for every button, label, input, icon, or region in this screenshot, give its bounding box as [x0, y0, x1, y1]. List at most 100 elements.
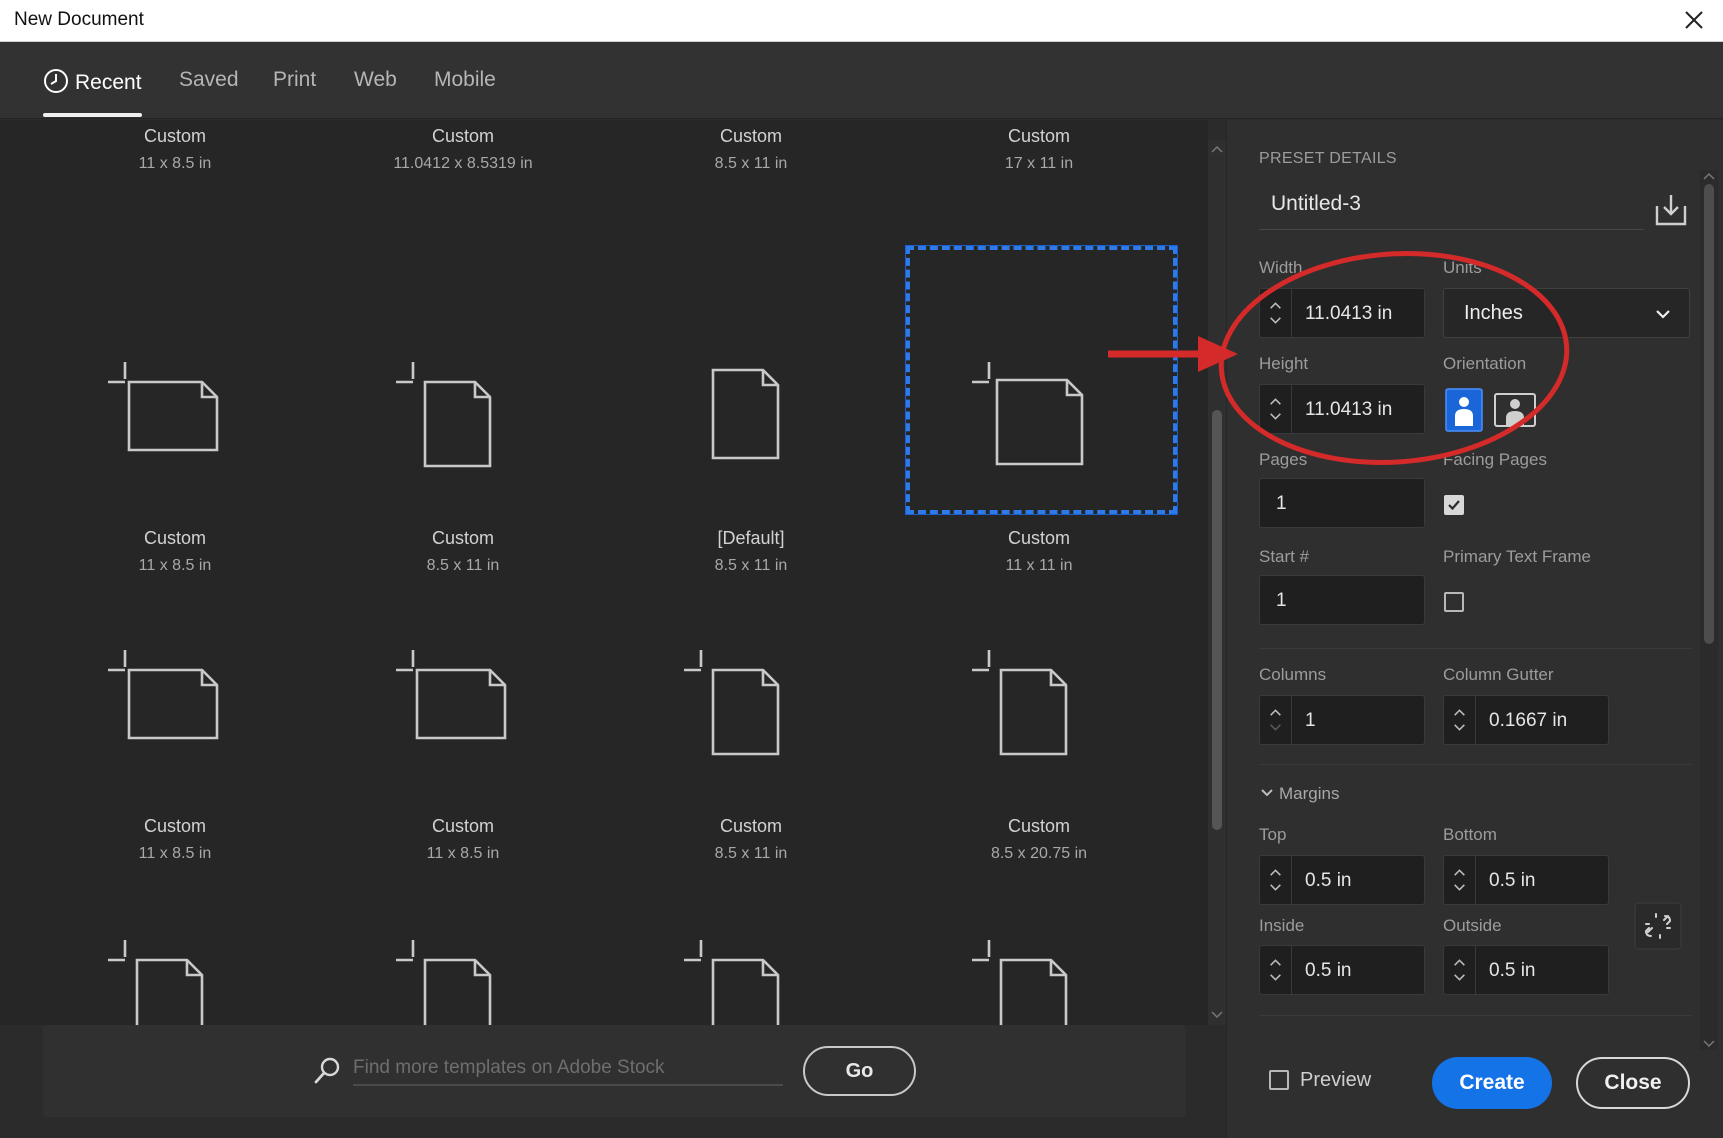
- scroll-down-icon[interactable]: [1700, 1036, 1718, 1050]
- stepper-arrows-icon[interactable]: [1444, 856, 1476, 904]
- panel-scrollbar[interactable]: [1700, 170, 1718, 1050]
- units-label: Units: [1443, 258, 1482, 277]
- primary-text-frame-checkbox[interactable]: [1444, 592, 1464, 612]
- preset-size: 17 x 11 in: [1004, 155, 1074, 172]
- preset-size: 8.5 x 11 in: [714, 845, 788, 862]
- preset-size: 8.5 x 11 in: [714, 155, 788, 172]
- inside-margin-value: 0.5 in: [1305, 960, 1352, 981]
- stepper-arrows-icon[interactable]: [1260, 289, 1292, 337]
- close-icon[interactable]: [1679, 5, 1709, 35]
- columns-value: 1: [1305, 710, 1316, 731]
- height-field[interactable]: 11.0413 in: [1259, 384, 1425, 434]
- bottom-margin-field[interactable]: 0.5 in: [1443, 855, 1609, 905]
- preset-name: Custom: [143, 528, 206, 548]
- checkmark-icon: [1448, 500, 1460, 511]
- preset-size: 11 x 8.5 in: [138, 557, 212, 574]
- start-number-field[interactable]: 1: [1259, 575, 1425, 625]
- scroll-up-icon[interactable]: [1700, 170, 1718, 184]
- facing-pages-label: Facing Pages: [1443, 450, 1547, 469]
- stepper-arrows-icon[interactable]: [1260, 696, 1292, 744]
- scroll-up-icon[interactable]: [1208, 142, 1226, 158]
- portrait-orientation-icon[interactable]: [1445, 388, 1483, 432]
- height-label: Height: [1259, 354, 1309, 373]
- inside-margin-label: Inside: [1259, 916, 1305, 935]
- document-preset-icon: [711, 368, 780, 460]
- stepper-arrows-icon[interactable]: [1260, 946, 1292, 994]
- divider: [1259, 764, 1691, 765]
- pages-label: Pages: [1259, 450, 1308, 469]
- stock-search-bar: Go: [43, 1025, 1186, 1117]
- preset-tabs: Recent Saved Print Web Mobile: [0, 42, 1723, 119]
- preset-name: Custom: [719, 126, 782, 146]
- tab-saved[interactable]: Saved: [179, 68, 239, 92]
- grid-scroll-thumb[interactable]: [1212, 410, 1222, 830]
- columns-field[interactable]: 1: [1259, 695, 1425, 745]
- unlink-margins-icon[interactable]: [1634, 902, 1682, 950]
- clock-icon: [44, 69, 68, 93]
- preview-checkbox[interactable]: [1269, 1070, 1289, 1090]
- chevron-down-icon: [1261, 789, 1273, 797]
- inside-margin-field[interactable]: 0.5 in: [1259, 945, 1425, 995]
- tab-mobile[interactable]: Mobile: [434, 68, 496, 92]
- width-field[interactable]: 11.0413 in: [1259, 288, 1425, 338]
- margins-toggle[interactable]: Margins: [1259, 784, 1339, 804]
- document-preset-icon: [108, 650, 219, 740]
- stepper-arrows-icon[interactable]: [1260, 385, 1292, 433]
- column-gutter-value: 0.1667 in: [1489, 710, 1568, 731]
- panel-scroll-thumb[interactable]: [1704, 184, 1714, 644]
- preset-size: 11 x 8.5 in: [138, 845, 212, 862]
- selected-preset-highlight: [905, 245, 1178, 515]
- divider: [1259, 648, 1691, 649]
- document-preset-icon: [396, 940, 492, 1025]
- pages-field[interactable]: 1: [1259, 478, 1425, 528]
- height-value: 11.0413 in: [1305, 399, 1393, 420]
- close-button[interactable]: Close: [1576, 1057, 1690, 1109]
- top-margin-value: 0.5 in: [1305, 870, 1352, 891]
- facing-pages-checkbox[interactable]: [1444, 495, 1464, 515]
- start-number-label: Start #: [1259, 547, 1310, 566]
- preset-name: [Default]: [717, 528, 785, 548]
- column-gutter-field[interactable]: 0.1667 in: [1443, 695, 1609, 745]
- landscape-orientation-icon[interactable]: [1493, 388, 1537, 432]
- document-preset-icon: [396, 362, 492, 468]
- preset-name: Custom: [719, 816, 782, 836]
- units-dropdown[interactable]: Inches: [1443, 288, 1690, 338]
- bottom-margin-label: Bottom: [1443, 825, 1497, 844]
- columns-label: Columns: [1259, 665, 1327, 684]
- margins-label: Margins: [1279, 784, 1340, 803]
- grid-scrollbar[interactable]: [1208, 140, 1226, 1025]
- search-icon: [314, 1057, 340, 1084]
- document-preset-icon: [108, 940, 204, 1025]
- preset-size: 11.0412 x 8.5319 in: [393, 155, 533, 172]
- document-preset-icon: [108, 362, 219, 452]
- start-number-value: 1: [1276, 590, 1287, 611]
- outside-margin-field[interactable]: 0.5 in: [1443, 945, 1609, 995]
- width-value: 11.0413 in: [1305, 303, 1393, 324]
- preset-name: Custom: [431, 816, 494, 836]
- document-preset-icon: [396, 650, 507, 740]
- document-preset-icon: [684, 650, 780, 756]
- go-button[interactable]: Go: [803, 1046, 916, 1096]
- top-margin-field[interactable]: 0.5 in: [1259, 855, 1425, 905]
- save-preset-icon[interactable]: [1651, 190, 1691, 230]
- preset-name: Custom: [1007, 816, 1070, 836]
- create-button[interactable]: Create: [1432, 1057, 1552, 1109]
- active-tab-indicator: [43, 113, 142, 117]
- stock-search-input[interactable]: [353, 1052, 783, 1086]
- tab-web[interactable]: Web: [354, 68, 397, 92]
- stepper-arrows-icon[interactable]: [1260, 856, 1292, 904]
- stepper-arrows-icon[interactable]: [1444, 696, 1476, 744]
- preset-name: Custom: [431, 528, 494, 548]
- tab-label: Recent: [75, 71, 142, 94]
- preview-label: Preview: [1300, 1069, 1372, 1091]
- window-title: New Document: [14, 9, 144, 30]
- scroll-down-icon[interactable]: [1208, 1007, 1226, 1023]
- document-name-input[interactable]: Untitled-3: [1259, 182, 1644, 230]
- stepper-arrows-icon[interactable]: [1444, 946, 1476, 994]
- tab-print[interactable]: Print: [273, 68, 316, 92]
- width-label: Width: [1259, 258, 1303, 277]
- title-bar: New Document: [0, 0, 1723, 42]
- divider: [1259, 1015, 1691, 1016]
- new-document-dialog: New Document Recent Saved Print Web Mobi…: [0, 0, 1723, 1138]
- tab-recent[interactable]: Recent: [43, 68, 142, 95]
